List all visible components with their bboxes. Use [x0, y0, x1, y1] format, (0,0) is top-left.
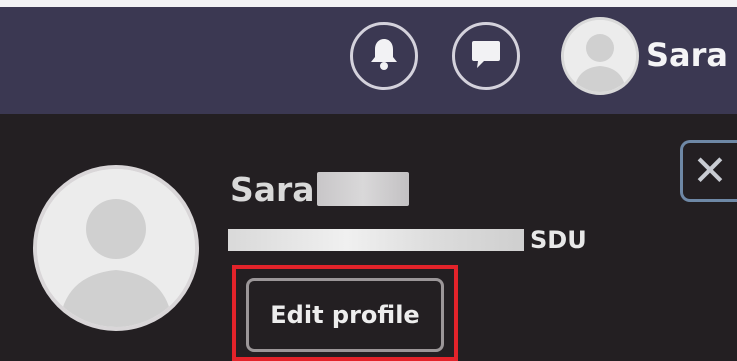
email-suffix: SDU — [530, 226, 587, 254]
profile-avatar — [33, 165, 199, 331]
close-icon: ✕ — [692, 146, 728, 195]
avatar-icon — [564, 20, 636, 92]
avatar-placeholder-icon — [37, 169, 195, 327]
redacted-surname — [317, 172, 409, 206]
chat-icon — [470, 38, 502, 74]
header-username[interactable]: Sara — [646, 33, 728, 77]
bell-icon — [369, 37, 399, 75]
profile-first-name: Sara — [230, 170, 315, 209]
close-button[interactable]: ✕ — [680, 140, 737, 202]
user-avatar-button[interactable] — [561, 17, 639, 95]
top-strip — [0, 0, 737, 7]
notifications-button[interactable] — [350, 22, 418, 90]
redacted-email — [228, 229, 524, 251]
messages-button[interactable] — [452, 22, 520, 90]
edit-profile-button[interactable]: Edit profile — [246, 278, 444, 352]
